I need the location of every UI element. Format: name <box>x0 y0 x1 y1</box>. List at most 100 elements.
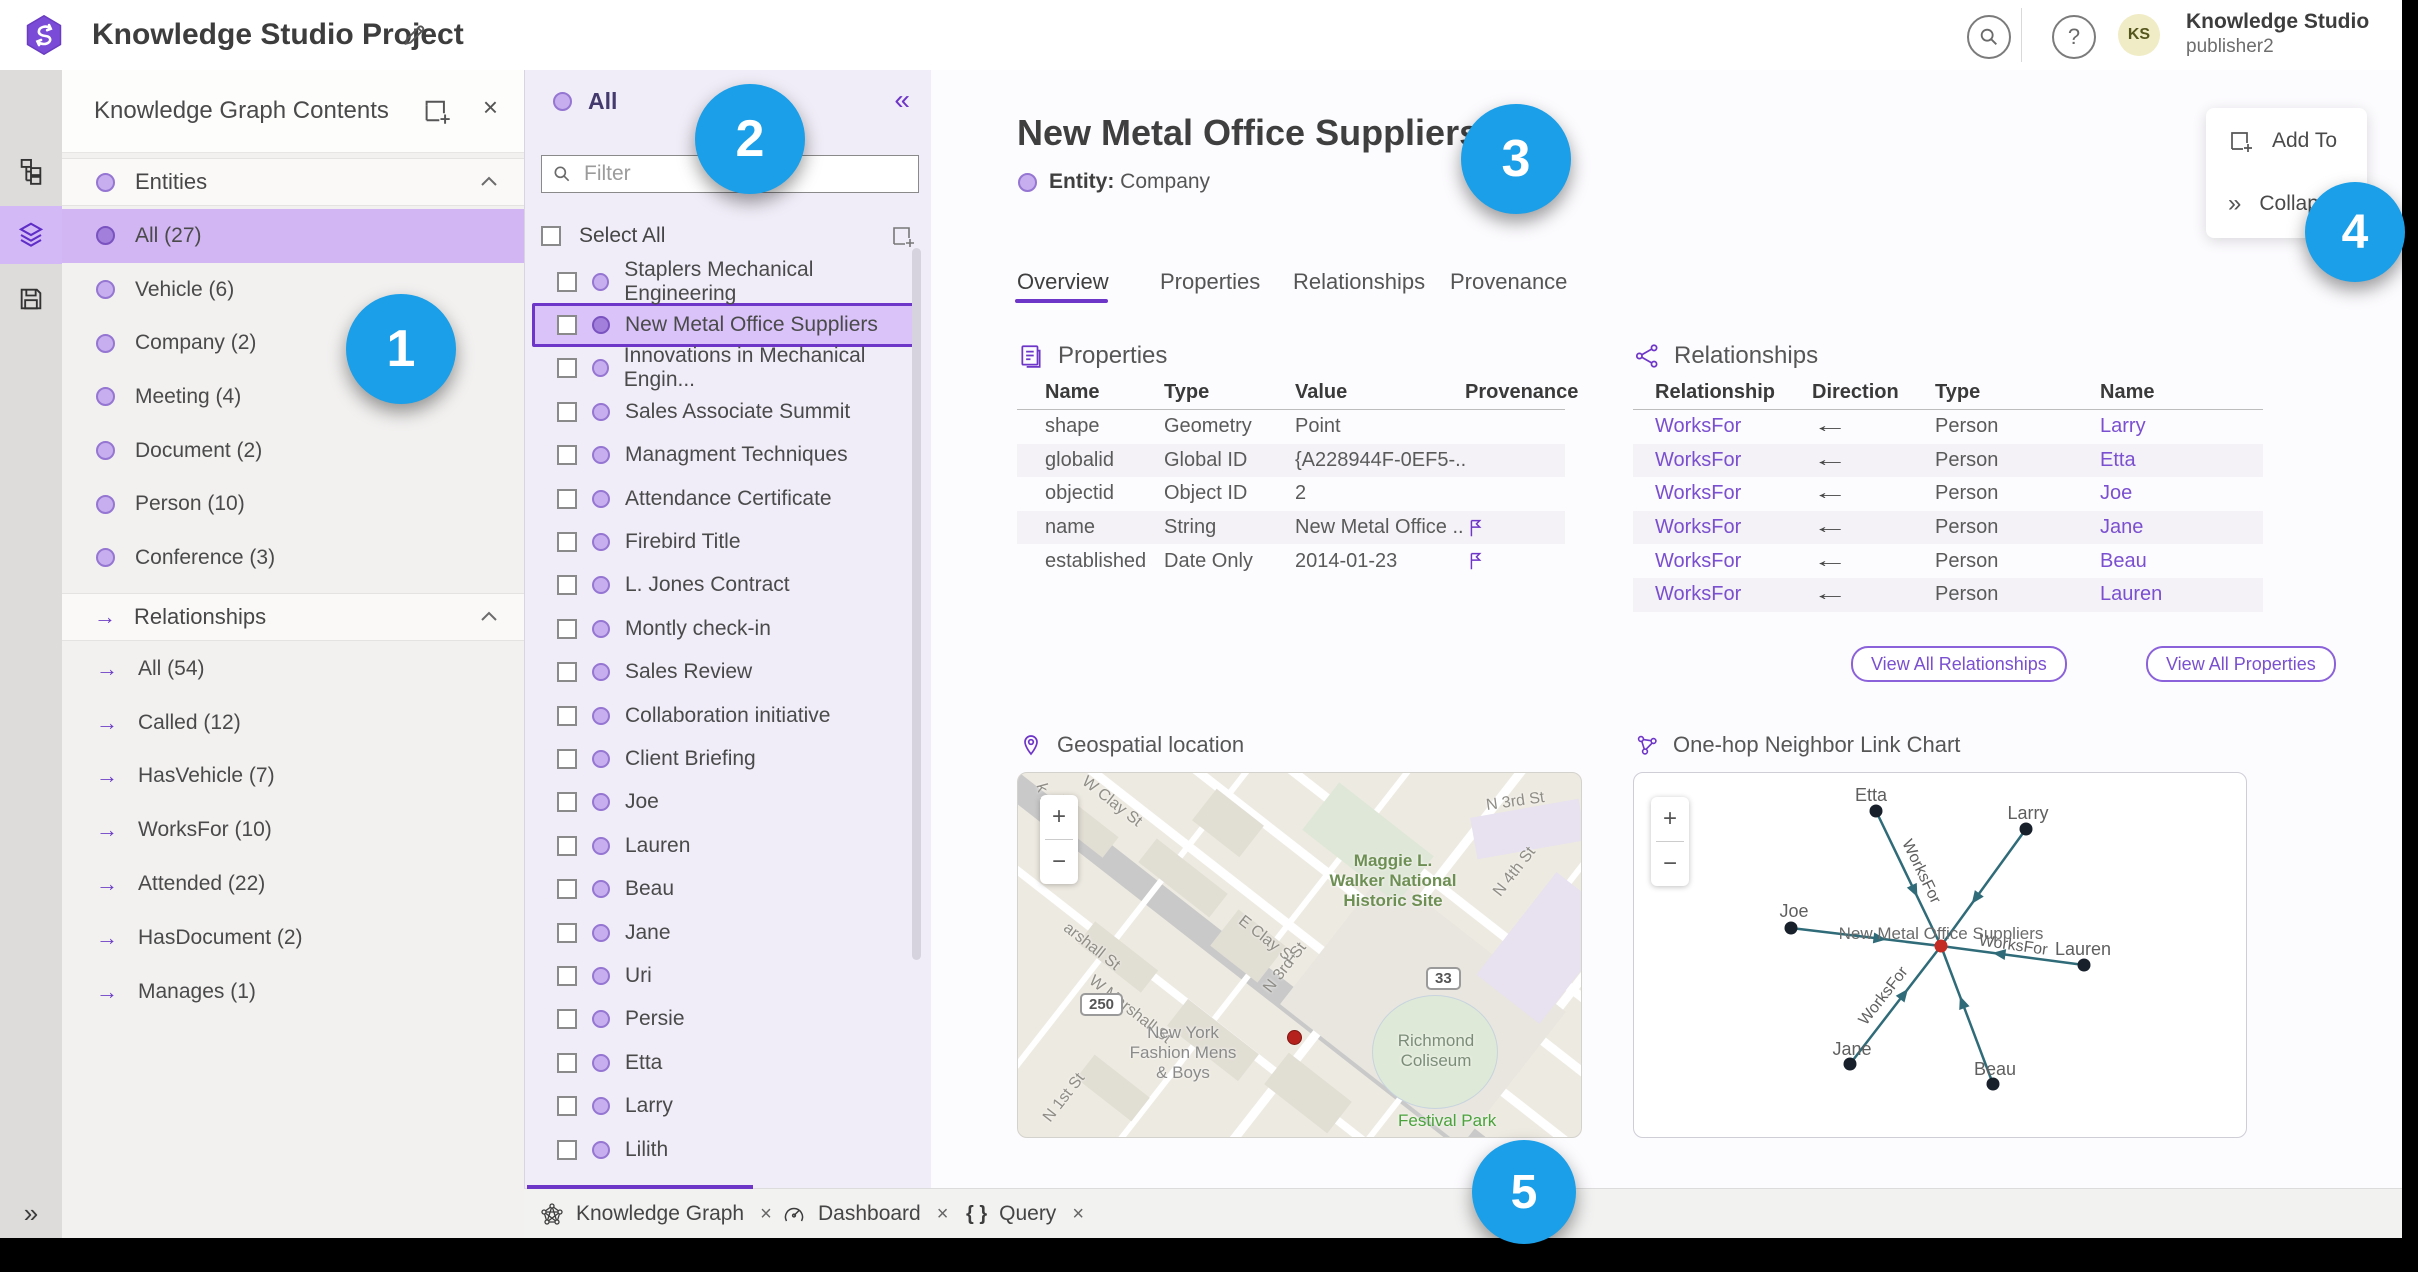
related-name-link[interactable]: Jane <box>2100 516 2263 539</box>
edit-title-icon[interactable] <box>400 21 428 49</box>
item-checkbox[interactable] <box>557 532 577 553</box>
zoom-in-button[interactable]: + <box>1040 795 1078 839</box>
list-item[interactable]: Joe <box>532 781 918 824</box>
list-item[interactable]: Etta <box>532 1041 918 1084</box>
expand-rail-button[interactable]: » <box>0 1188 62 1238</box>
tab-query[interactable]: { } Query × <box>966 1189 1084 1239</box>
tab-knowledge-graph[interactable]: Knowledge Graph × <box>540 1189 772 1239</box>
sidebar-entity-item[interactable]: Vehicle (6) <box>62 263 524 317</box>
item-checkbox[interactable] <box>557 1009 577 1030</box>
list-item[interactable]: Attendance Certificate <box>532 477 918 520</box>
related-name-link[interactable]: Lauren <box>2100 583 2263 606</box>
related-name-link[interactable]: Beau <box>2100 550 2263 573</box>
item-checkbox[interactable] <box>557 792 577 813</box>
contents-tool-icon[interactable] <box>0 206 62 264</box>
related-name-link[interactable]: Joe <box>2100 482 2263 505</box>
avatar[interactable]: KS <box>2118 14 2160 56</box>
collapse-chevron-icon[interactable] <box>480 610 498 624</box>
relationships-section-header[interactable]: → Relationships <box>62 593 524 641</box>
sidebar-relationship-item[interactable]: → HasDocument (2) <box>62 911 524 965</box>
item-checkbox[interactable] <box>557 358 577 379</box>
provenance-flag-icon[interactable] <box>1465 517 1487 539</box>
item-checkbox[interactable] <box>557 1139 577 1160</box>
sidebar-relationship-item[interactable]: → Attended (22) <box>62 857 524 911</box>
item-checkbox[interactable] <box>557 1096 577 1117</box>
add-to-new-icon[interactable] <box>422 96 452 126</box>
list-item[interactable]: Lilith <box>532 1128 918 1171</box>
zoom-out-button[interactable]: − <box>1040 840 1078 884</box>
item-checkbox[interactable] <box>557 315 577 336</box>
node-etta[interactable] <box>1869 804 1883 818</box>
map-canvas[interactable]: k Rd W Clay St E Clay St N 3rd St N 4th … <box>1017 772 1582 1138</box>
item-checkbox[interactable] <box>557 488 577 509</box>
select-all-checkbox[interactable] <box>541 226 561 246</box>
close-panel-icon[interactable]: × <box>483 92 498 123</box>
item-checkbox[interactable] <box>557 271 577 292</box>
select-all-row[interactable]: Select All <box>541 218 916 254</box>
collapse-list-panel-icon[interactable]: « <box>894 84 910 116</box>
item-checkbox[interactable] <box>557 748 577 769</box>
list-item[interactable]: New Metal Office Suppliers <box>532 303 918 347</box>
list-item[interactable]: Sales Review <box>532 651 918 694</box>
schema-tool-icon[interactable] <box>0 142 62 200</box>
zoom-in-button[interactable]: + <box>1651 797 1689 841</box>
list-item[interactable]: Lauren <box>532 824 918 867</box>
item-checkbox[interactable] <box>557 835 577 856</box>
help-button[interactable]: ? <box>2052 15 2096 59</box>
item-checkbox[interactable] <box>557 879 577 900</box>
related-name-link[interactable]: Etta <box>2100 449 2263 472</box>
node-joe[interactable] <box>1784 921 1798 935</box>
list-item[interactable]: Persie <box>532 998 918 1041</box>
list-item[interactable]: Uri <box>532 954 918 997</box>
link-chart-canvas[interactable]: WorksFor WorksFor WorksFor Etta Larry Jo… <box>1633 772 2247 1138</box>
search-button[interactable] <box>1967 15 2011 59</box>
item-checkbox[interactable] <box>557 401 577 422</box>
list-item[interactable]: Staplers Mechanical Engineering <box>532 258 918 305</box>
item-checkbox[interactable] <box>557 922 577 943</box>
item-checkbox[interactable] <box>557 445 577 466</box>
add-to-new-icon[interactable] <box>890 223 916 249</box>
item-checkbox[interactable] <box>557 575 577 596</box>
provenance-flag-icon[interactable] <box>1465 550 1487 572</box>
view-all-relationships-button[interactable]: View All Relationships <box>1851 646 2067 682</box>
tab-dashboard[interactable]: Dashboard × <box>782 1189 948 1239</box>
node-beau[interactable] <box>1986 1077 2000 1091</box>
close-tab-icon[interactable]: × <box>1072 1203 1084 1226</box>
relationship-link[interactable]: WorksFor <box>1655 583 1812 606</box>
close-tab-icon[interactable]: × <box>937 1203 949 1226</box>
item-checkbox[interactable] <box>557 705 577 726</box>
related-name-link[interactable]: Larry <box>2100 415 2263 438</box>
tab-overview[interactable]: Overview <box>1017 260 1109 304</box>
node-lauren[interactable] <box>2077 958 2091 972</box>
list-scrollbar[interactable] <box>912 248 921 960</box>
sidebar-entity-item[interactable]: Document (2) <box>62 424 524 478</box>
list-item[interactable]: Innovations in Mechanical Engin... <box>532 344 918 391</box>
sidebar-entity-item[interactable]: All (27) <box>62 209 524 263</box>
relationship-link[interactable]: WorksFor <box>1655 550 1812 573</box>
list-item[interactable]: Beau <box>532 867 918 910</box>
save-tool-icon[interactable] <box>0 270 62 328</box>
relationship-link[interactable]: WorksFor <box>1655 449 1812 472</box>
list-item[interactable]: L. Jones Contract <box>532 564 918 607</box>
add-to-menu-item[interactable]: Add To <box>2228 128 2337 154</box>
list-item[interactable]: Firebird Title <box>532 520 918 563</box>
sidebar-entity-item[interactable]: Meeting (4) <box>62 370 524 424</box>
zoom-out-button[interactable]: − <box>1651 842 1689 886</box>
sidebar-relationship-item[interactable]: → Called (12) <box>62 696 524 750</box>
item-checkbox[interactable] <box>557 965 577 986</box>
relationship-link[interactable]: WorksFor <box>1655 415 1812 438</box>
close-tab-icon[interactable]: × <box>760 1203 772 1226</box>
sidebar-relationship-item[interactable]: → HasVehicle (7) <box>62 750 524 804</box>
list-item[interactable]: Collaboration initiative <box>532 694 918 737</box>
list-item[interactable]: Managment Techniques <box>532 434 918 477</box>
view-all-properties-button[interactable]: View All Properties <box>2146 646 2336 682</box>
sidebar-entity-item[interactable]: Conference (3) <box>62 531 524 585</box>
list-item[interactable]: Sales Associate Summit <box>532 390 918 433</box>
node-larry[interactable] <box>2019 822 2033 836</box>
sidebar-relationship-item[interactable]: → All (54) <box>62 642 524 696</box>
list-item[interactable]: Larry <box>532 1084 918 1127</box>
tab-properties[interactable]: Properties <box>1160 260 1260 304</box>
item-checkbox[interactable] <box>557 1052 577 1073</box>
item-checkbox[interactable] <box>557 618 577 639</box>
sidebar-entity-item[interactable]: Person (10) <box>62 477 524 531</box>
